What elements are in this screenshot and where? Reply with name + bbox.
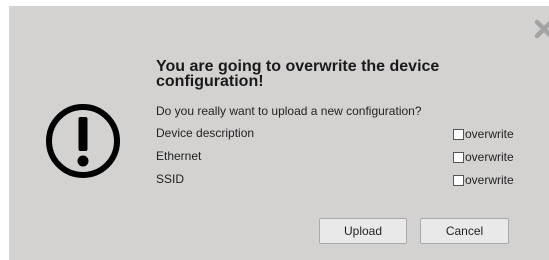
close-icon[interactable] [534, 19, 549, 39]
overwrite-ethernet-checkbox[interactable]: overwrite [453, 150, 514, 164]
upload-button[interactable]: Upload [319, 218, 407, 244]
checkbox-label: overwrite [465, 127, 514, 141]
row-label-ssid: SSID [156, 172, 185, 186]
overwrite-device-description-checkbox[interactable]: overwrite [453, 127, 514, 141]
row-label-device-description: Device description [156, 126, 255, 140]
checkbox-box[interactable] [453, 151, 464, 163]
overwrite-config-dialog: You are going to overwrite the device co… [9, 6, 549, 260]
row-label-ethernet: Ethernet [156, 149, 202, 163]
checkbox-box[interactable] [453, 128, 464, 140]
checkbox-label: overwrite [465, 173, 514, 187]
checkbox-label: overwrite [465, 150, 514, 164]
checkbox-box[interactable] [453, 174, 464, 186]
cancel-button[interactable]: Cancel [420, 218, 509, 244]
overwrite-ssid-checkbox[interactable]: overwrite [453, 173, 514, 187]
exclamation-circle-icon [45, 103, 121, 179]
dialog-question: Do you really want to upload a new confi… [156, 104, 422, 118]
dialog-title: You are going to overwrite the device co… [156, 58, 440, 90]
